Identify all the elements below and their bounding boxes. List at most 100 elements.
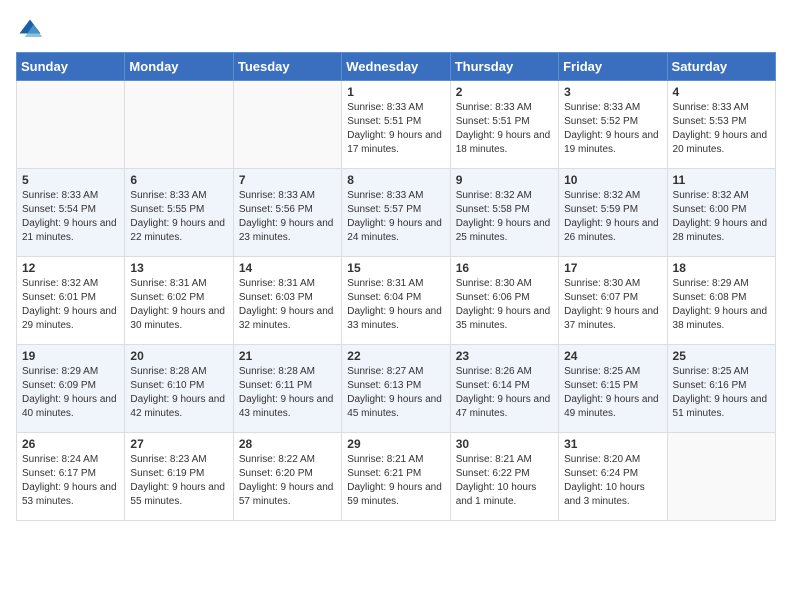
calendar-day-cell (233, 81, 341, 169)
day-info: Sunrise: 8:33 AM Sunset: 5:54 PM Dayligh… (22, 189, 119, 245)
day-number: 22 (347, 349, 444, 363)
calendar-day-cell (667, 433, 775, 521)
calendar-day-cell: 26 Sunrise: 8:24 AM Sunset: 6:17 PM Dayli… (17, 433, 125, 521)
day-number: 4 (673, 85, 770, 99)
calendar-day-cell: 12 Sunrise: 8:32 AM Sunset: 6:01 PM Dayli… (17, 257, 125, 345)
day-info: Sunrise: 8:22 AM Sunset: 6:20 PM Dayligh… (239, 453, 336, 509)
day-info: Sunrise: 8:31 AM Sunset: 6:04 PM Dayligh… (347, 277, 444, 333)
day-number: 6 (130, 173, 227, 187)
calendar-day-cell: 25 Sunrise: 8:25 AM Sunset: 6:16 PM Dayli… (667, 345, 775, 433)
calendar-day-cell: 6 Sunrise: 8:33 AM Sunset: 5:55 PM Daylig… (125, 169, 233, 257)
calendar-day-cell: 28Sunrise: 8:22 AM Sunset: 6:20 PM Dayli… (233, 433, 341, 521)
calendar-day-cell: 13 Sunrise: 8:31 AM Sunset: 6:02 PM Dayli… (125, 257, 233, 345)
day-number: 8 (347, 173, 444, 187)
day-info: Sunrise: 8:33 AM Sunset: 5:53 PM Dayligh… (673, 101, 770, 157)
day-number: 26 (22, 437, 119, 451)
day-info: Sunrise: 8:32 AM Sunset: 5:59 PM Dayligh… (564, 189, 661, 245)
day-number: 31 (564, 437, 661, 451)
calendar-day-cell: 17 Sunrise: 8:30 AM Sunset: 6:07 PM Dayli… (559, 257, 667, 345)
calendar-week-row: 1 Sunrise: 8:33 AM Sunset: 5:51 PM Daylig… (17, 81, 776, 169)
calendar-day-cell: 15Sunrise: 8:31 AM Sunset: 6:04 PM Dayli… (342, 257, 450, 345)
calendar-day-cell: 7 Sunrise: 8:33 AM Sunset: 5:56 PM Daylig… (233, 169, 341, 257)
day-info: Sunrise: 8:24 AM Sunset: 6:17 PM Dayligh… (22, 453, 119, 509)
day-number: 23 (456, 349, 553, 363)
day-info: Sunrise: 8:33 AM Sunset: 5:56 PM Dayligh… (239, 189, 336, 245)
day-info: Sunrise: 8:32 AM Sunset: 6:00 PM Dayligh… (673, 189, 770, 245)
day-info: Sunrise: 8:20 AM Sunset: 6:24 PM Dayligh… (564, 453, 661, 509)
calendar-week-row: 12 Sunrise: 8:32 AM Sunset: 6:01 PM Dayli… (17, 257, 776, 345)
calendar-day-cell: 31 Sunrise: 8:20 AM Sunset: 6:24 PM Dayli… (559, 433, 667, 521)
day-info: Sunrise: 8:33 AM Sunset: 5:52 PM Dayligh… (564, 101, 661, 157)
calendar-week-row: 5 Sunrise: 8:33 AM Sunset: 5:54 PM Daylig… (17, 169, 776, 257)
day-number: 12 (22, 261, 119, 275)
page-header (16, 16, 776, 44)
calendar-table: SundayMondayTuesdayWednesdayThursdayFrid… (16, 52, 776, 521)
day-number: 5 (22, 173, 119, 187)
calendar-day-cell: 2 Sunrise: 8:33 AM Sunset: 5:51 PM Daylig… (450, 81, 558, 169)
calendar-day-cell: 29Sunrise: 8:21 AM Sunset: 6:21 PM Dayli… (342, 433, 450, 521)
day-info: Sunrise: 8:28 AM Sunset: 6:10 PM Dayligh… (130, 365, 227, 421)
day-info: Sunrise: 8:26 AM Sunset: 6:14 PM Dayligh… (456, 365, 553, 421)
day-info: Sunrise: 8:25 AM Sunset: 6:16 PM Dayligh… (673, 365, 770, 421)
day-of-week-header: Wednesday (342, 53, 450, 81)
day-number: 24 (564, 349, 661, 363)
day-info: Sunrise: 8:21 AM Sunset: 6:22 PM Dayligh… (456, 453, 553, 509)
calendar-week-row: 19 Sunrise: 8:29 AM Sunset: 6:09 PM Dayli… (17, 345, 776, 433)
day-number: 19 (22, 349, 119, 363)
day-info: Sunrise: 8:33 AM Sunset: 5:51 PM Dayligh… (456, 101, 553, 157)
day-number: 20 (130, 349, 227, 363)
calendar-day-cell: 24 Sunrise: 8:25 AM Sunset: 6:15 PM Dayli… (559, 345, 667, 433)
day-number: 27 (130, 437, 227, 451)
calendar-day-cell (125, 81, 233, 169)
day-number: 17 (564, 261, 661, 275)
calendar-header-row: SundayMondayTuesdayWednesdayThursdayFrid… (17, 53, 776, 81)
calendar-day-cell: 18 Sunrise: 8:29 AM Sunset: 6:08 PM Dayli… (667, 257, 775, 345)
day-number: 16 (456, 261, 553, 275)
calendar-day-cell: 22 Sunrise: 8:27 AM Sunset: 6:13 PM Dayli… (342, 345, 450, 433)
day-info: Sunrise: 8:30 AM Sunset: 6:06 PM Dayligh… (456, 277, 553, 333)
day-of-week-header: Sunday (17, 53, 125, 81)
calendar-day-cell: 27 Sunrise: 8:23 AM Sunset: 6:19 PM Dayli… (125, 433, 233, 521)
calendar-day-cell: 19 Sunrise: 8:29 AM Sunset: 6:09 PM Dayli… (17, 345, 125, 433)
day-number: 21 (239, 349, 336, 363)
day-number: 2 (456, 85, 553, 99)
day-info: Sunrise: 8:31 AM Sunset: 6:02 PM Dayligh… (130, 277, 227, 333)
day-info: Sunrise: 8:28 AM Sunset: 6:11 PM Dayligh… (239, 365, 336, 421)
day-info: Sunrise: 8:27 AM Sunset: 6:13 PM Dayligh… (347, 365, 444, 421)
day-info: Sunrise: 8:23 AM Sunset: 6:19 PM Dayligh… (130, 453, 227, 509)
day-of-week-header: Saturday (667, 53, 775, 81)
day-info: Sunrise: 8:33 AM Sunset: 5:57 PM Dayligh… (347, 189, 444, 245)
day-of-week-header: Monday (125, 53, 233, 81)
day-info: Sunrise: 8:29 AM Sunset: 6:08 PM Dayligh… (673, 277, 770, 333)
day-number: 11 (673, 173, 770, 187)
day-of-week-header: Friday (559, 53, 667, 81)
day-number: 14 (239, 261, 336, 275)
day-number: 7 (239, 173, 336, 187)
logo-icon (16, 16, 44, 44)
calendar-day-cell: 3Sunrise: 8:33 AM Sunset: 5:52 PM Daylig… (559, 81, 667, 169)
calendar-day-cell: 11 Sunrise: 8:32 AM Sunset: 6:00 PM Dayli… (667, 169, 775, 257)
logo (16, 16, 48, 44)
day-number: 1 (347, 85, 444, 99)
day-info: Sunrise: 8:31 AM Sunset: 6:03 PM Dayligh… (239, 277, 336, 333)
day-info: Sunrise: 8:21 AM Sunset: 6:21 PM Dayligh… (347, 453, 444, 509)
calendar-day-cell: 16 Sunrise: 8:30 AM Sunset: 6:06 PM Dayli… (450, 257, 558, 345)
calendar-day-cell: 8 Sunrise: 8:33 AM Sunset: 5:57 PM Daylig… (342, 169, 450, 257)
day-number: 18 (673, 261, 770, 275)
day-info: Sunrise: 8:32 AM Sunset: 6:01 PM Dayligh… (22, 277, 119, 333)
calendar-day-cell: 1 Sunrise: 8:33 AM Sunset: 5:51 PM Daylig… (342, 81, 450, 169)
calendar-day-cell: 4 Sunrise: 8:33 AM Sunset: 5:53 PM Daylig… (667, 81, 775, 169)
day-number: 10 (564, 173, 661, 187)
day-of-week-header: Tuesday (233, 53, 341, 81)
day-info: Sunrise: 8:33 AM Sunset: 5:51 PM Dayligh… (347, 101, 444, 157)
calendar-day-cell: 20 Sunrise: 8:28 AM Sunset: 6:10 PM Dayli… (125, 345, 233, 433)
day-info: Sunrise: 8:29 AM Sunset: 6:09 PM Dayligh… (22, 365, 119, 421)
day-info: Sunrise: 8:25 AM Sunset: 6:15 PM Dayligh… (564, 365, 661, 421)
calendar-day-cell: 23 Sunrise: 8:26 AM Sunset: 6:14 PM Dayli… (450, 345, 558, 433)
calendar-day-cell: 14 Sunrise: 8:31 AM Sunset: 6:03 PM Dayli… (233, 257, 341, 345)
day-number: 25 (673, 349, 770, 363)
day-info: Sunrise: 8:33 AM Sunset: 5:55 PM Dayligh… (130, 189, 227, 245)
day-number: 13 (130, 261, 227, 275)
day-number: 30 (456, 437, 553, 451)
day-info: Sunrise: 8:30 AM Sunset: 6:07 PM Dayligh… (564, 277, 661, 333)
